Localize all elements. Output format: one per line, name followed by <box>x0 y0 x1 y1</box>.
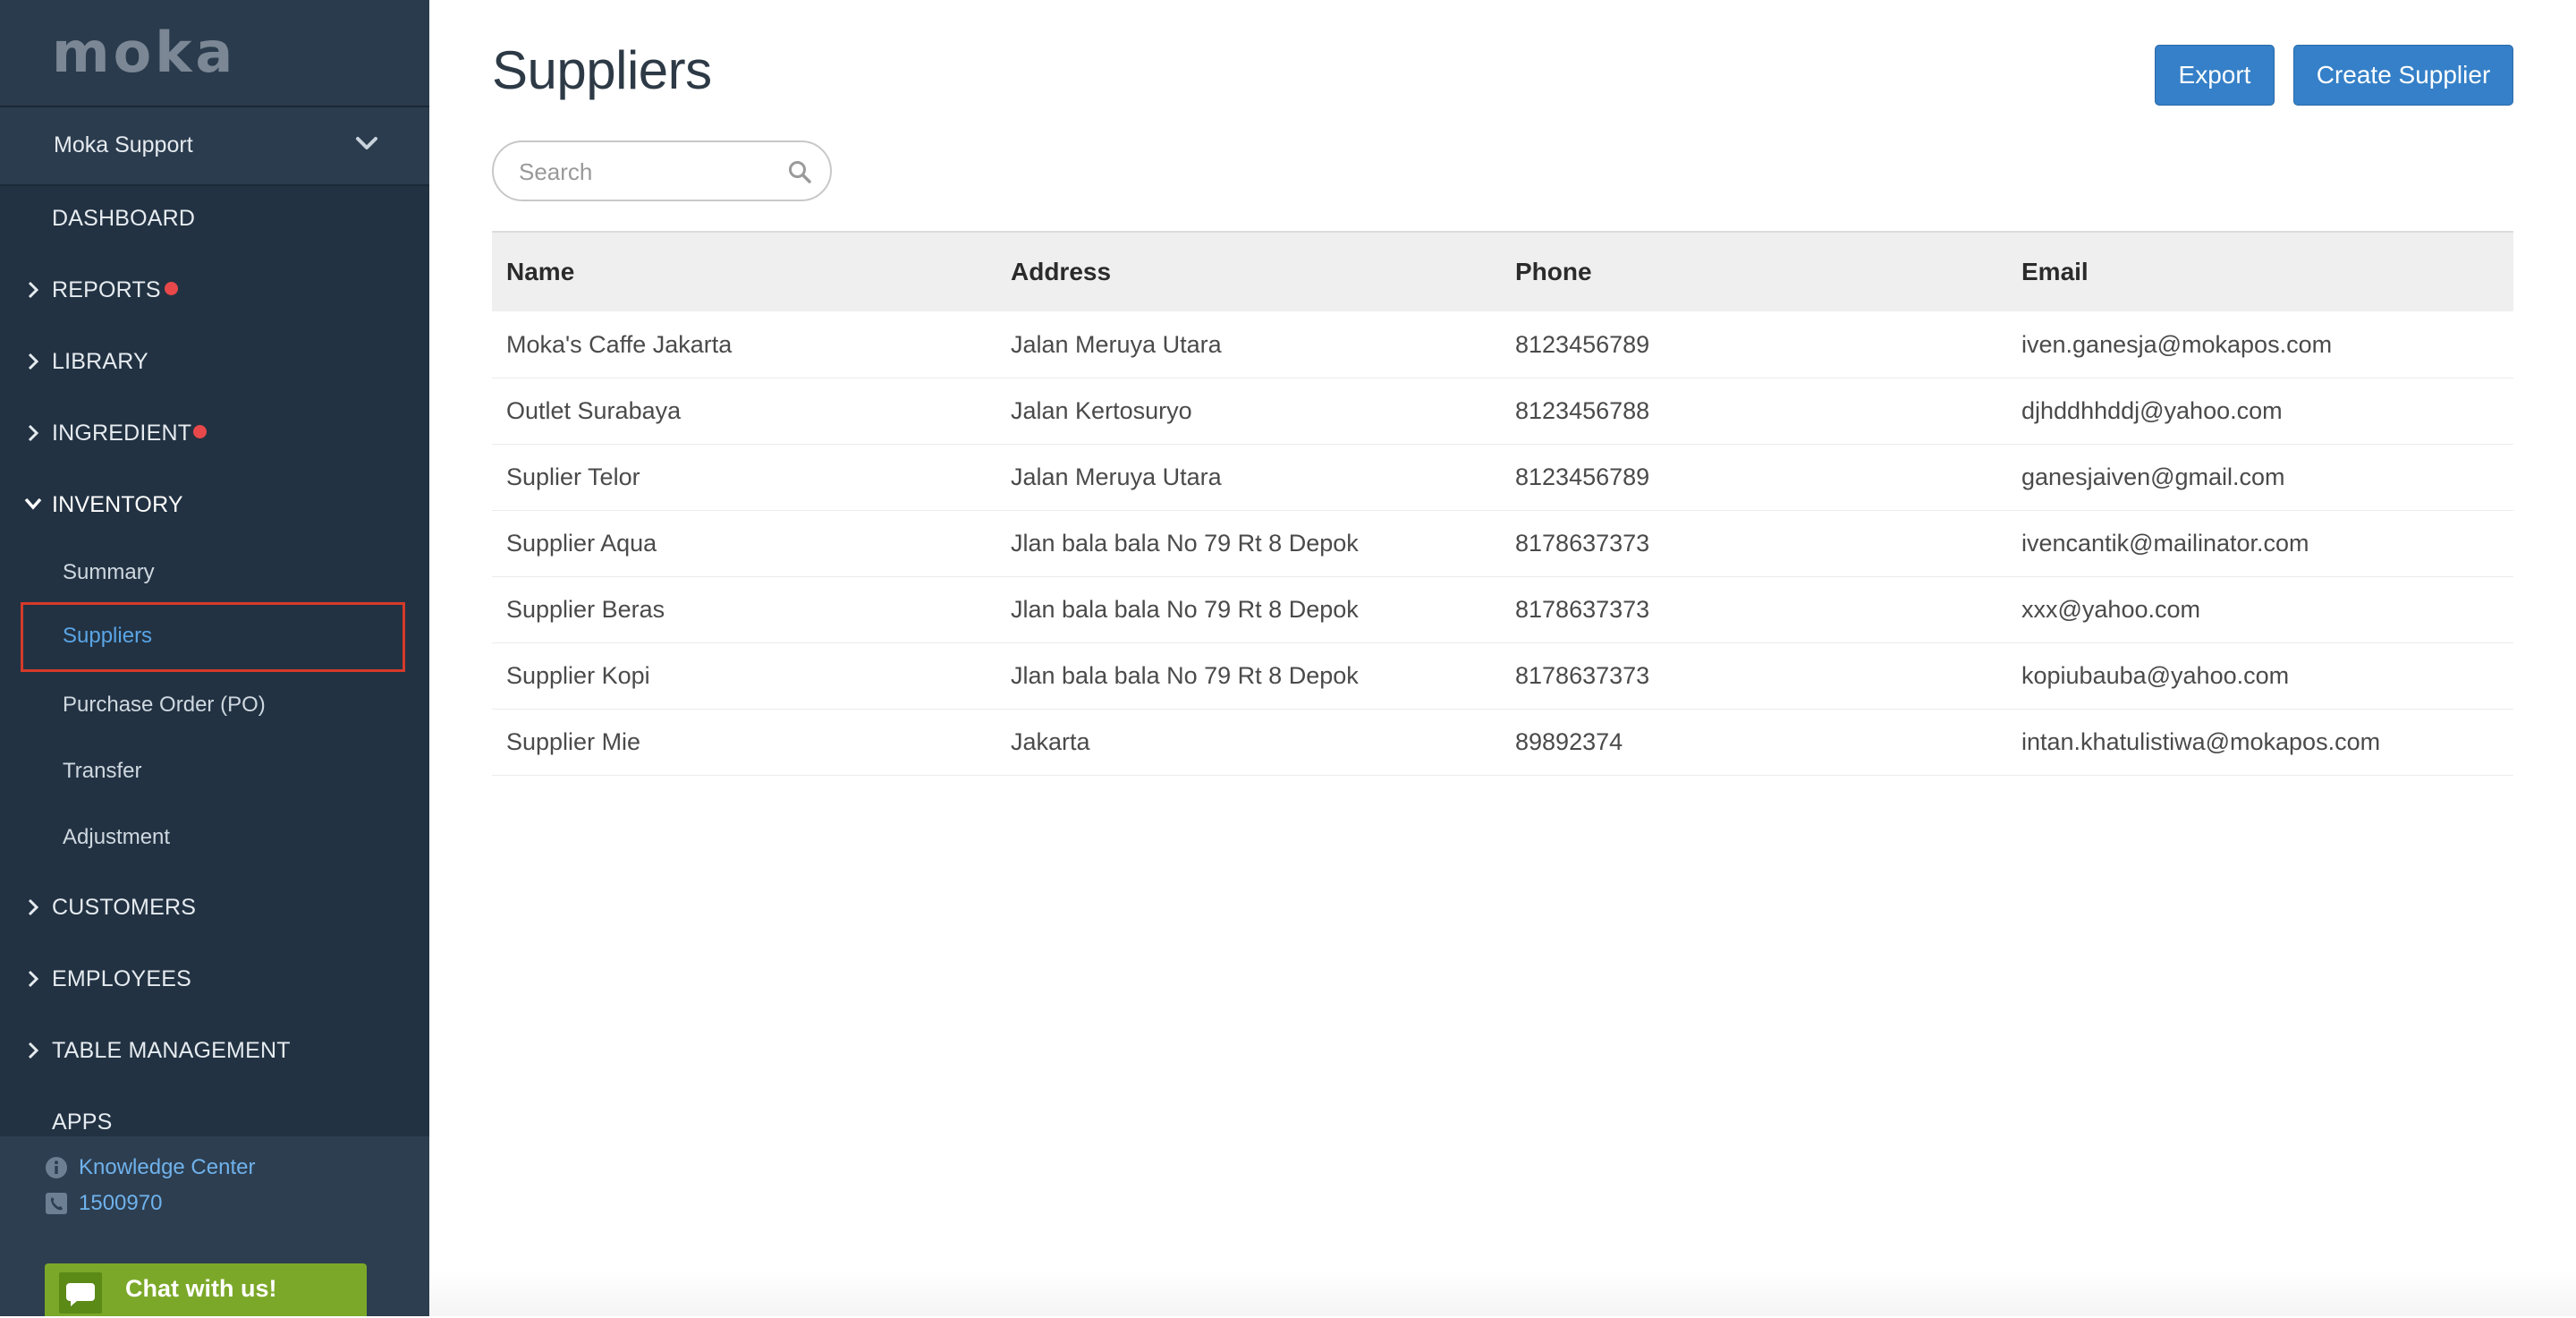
column-header-phone[interactable]: Phone <box>1515 258 1592 286</box>
supplier-address: Jalan Meruya Utara <box>1011 463 1222 490</box>
chat-bubble-icon <box>66 1283 95 1306</box>
subnav-adjustment[interactable]: Adjustment <box>0 810 429 863</box>
supplier-phone: 8178637373 <box>1515 662 1650 689</box>
account-switcher[interactable]: Moka Support <box>0 107 429 186</box>
bottom-shadow <box>429 1271 2576 1316</box>
nav-label: INVENTORY <box>52 492 183 517</box>
subnav-label: Purchase Order (PO) <box>63 693 266 717</box>
subnav-label: Summary <box>63 560 155 584</box>
supplier-address: Jakarta <box>1011 728 1090 755</box>
supplier-phone: 8123456789 <box>1515 331 1650 358</box>
nav-label: INGREDIENT <box>52 421 192 446</box>
chat-bubble-icon-bg <box>59 1272 102 1314</box>
chevron-right-icon <box>28 424 39 442</box>
supplier-name: Moka's Caffe Jakarta <box>506 331 733 358</box>
table-row[interactable]: Supplier Mie Jakarta 89892374 intan.khat… <box>492 709 2513 776</box>
supplier-email: ganesjaiven@gmail.com <box>2021 463 2285 490</box>
phone-number: 1500970 <box>79 1191 163 1215</box>
search-input[interactable] <box>517 155 771 189</box>
sidebar: moka Moka Support DASHBOARD REPORTS LIBR… <box>0 0 429 1316</box>
supplier-email: xxx@yahoo.com <box>2021 596 2200 623</box>
nav-employees[interactable]: EMPLOYEES <box>0 951 429 1005</box>
chevron-right-icon <box>28 353 39 370</box>
table-row[interactable]: Suplier Telor Jalan Meruya Utara 8123456… <box>492 444 2513 511</box>
nav-library[interactable]: LIBRARY <box>0 334 429 387</box>
nav-ingredient[interactable]: INGREDIENT <box>0 405 429 459</box>
nav-label: DASHBOARD <box>52 206 196 231</box>
nav-inventory[interactable]: INVENTORY <box>0 477 429 531</box>
notification-dot-icon <box>165 282 178 295</box>
chevron-right-icon <box>28 898 39 916</box>
nav-customers[interactable]: CUSTOMERS <box>0 880 429 933</box>
supplier-address: Jalan Kertosuryo <box>1011 397 1192 424</box>
knowledge-center-label: Knowledge Center <box>79 1155 256 1179</box>
chevron-right-icon <box>28 281 39 299</box>
nav-label: REPORTS <box>52 277 161 302</box>
supplier-name: Supplier Aqua <box>506 530 657 557</box>
subnav-suppliers[interactable]: Suppliers <box>0 602 429 672</box>
account-name: Moka Support <box>54 132 193 157</box>
supplier-address: Jlan bala bala No 79 Rt 8 Depok <box>1011 596 1359 623</box>
chevron-right-icon <box>28 970 39 988</box>
export-button[interactable]: Export <box>2155 45 2275 106</box>
supplier-email: intan.khatulistiwa@mokapos.com <box>2021 728 2381 755</box>
nav-table-management[interactable]: TABLE MANAGEMENT <box>0 1023 429 1076</box>
chat-with-us-button[interactable]: Chat with us! <box>45 1263 367 1316</box>
supplier-name: Supplier Mie <box>506 728 641 755</box>
subnav-purchase-order[interactable]: Purchase Order (PO) <box>0 677 429 731</box>
table-row[interactable]: Outlet Surabaya Jalan Kertosuryo 8123456… <box>492 378 2513 445</box>
subnav-label: Suppliers <box>63 624 153 648</box>
table-header: Name Address Phone Email <box>492 231 2513 311</box>
supplier-email: iven.ganesja@mokapos.com <box>2021 331 2333 358</box>
subnav-transfer[interactable]: Transfer <box>0 744 429 797</box>
search-icon[interactable] <box>787 159 812 184</box>
page-title: Suppliers <box>492 40 712 100</box>
subnav-label: Adjustment <box>63 825 171 849</box>
supplier-address: Jlan bala bala No 79 Rt 8 Depok <box>1011 662 1359 689</box>
phone-icon <box>46 1193 67 1214</box>
table-row[interactable]: Supplier Beras Jlan bala bala No 79 Rt 8… <box>492 576 2513 643</box>
supplier-phone: 8178637373 <box>1515 530 1650 557</box>
supplier-name: Supplier Beras <box>506 596 665 623</box>
subnav-summary[interactable]: Summary <box>0 545 429 599</box>
nav-label: TABLE MANAGEMENT <box>52 1038 291 1063</box>
supplier-email: kopiubauba@yahoo.com <box>2021 662 2290 689</box>
supplier-phone: 8123456789 <box>1515 463 1650 490</box>
supplier-email: ivencantik@mailinator.com <box>2021 530 2309 557</box>
notification-dot-icon <box>193 425 207 438</box>
supplier-email: djhddhhddj@yahoo.com <box>2021 397 2283 424</box>
column-header-email[interactable]: Email <box>2021 258 2089 286</box>
supplier-phone: 8178637373 <box>1515 596 1650 623</box>
main-content: Suppliers Export Create Supplier Name Ad… <box>429 0 2576 1316</box>
nav-label: EMPLOYEES <box>52 966 192 991</box>
logo-area: moka <box>0 0 429 107</box>
nav-reports[interactable]: REPORTS <box>0 262 429 316</box>
column-header-address[interactable]: Address <box>1011 258 1111 286</box>
nav-label: APPS <box>52 1110 113 1135</box>
search-box[interactable] <box>492 140 832 201</box>
chevron-down-icon <box>356 137 377 149</box>
create-supplier-button[interactable]: Create Supplier <box>2293 45 2513 106</box>
supplier-name: Suplier Telor <box>506 463 640 490</box>
nav-label: LIBRARY <box>52 349 148 374</box>
table-row[interactable]: Supplier Aqua Jlan bala bala No 79 Rt 8 … <box>492 510 2513 577</box>
chevron-right-icon <box>28 1042 39 1059</box>
table-row[interactable]: Supplier Kopi Jlan bala bala No 79 Rt 8 … <box>492 642 2513 710</box>
chat-label: Chat with us! <box>125 1275 277 1302</box>
info-icon <box>46 1157 67 1178</box>
supplier-name: Supplier Kopi <box>506 662 650 689</box>
moka-logo[interactable]: moka <box>52 20 236 85</box>
subnav-label: Transfer <box>63 759 142 783</box>
supplier-name: Outlet Surabaya <box>506 397 682 424</box>
chevron-down-icon <box>24 497 42 510</box>
supplier-phone: 89892374 <box>1515 728 1623 755</box>
supplier-address: Jlan bala bala No 79 Rt 8 Depok <box>1011 530 1359 557</box>
supplier-address: Jalan Meruya Utara <box>1011 331 1222 358</box>
nav-label: CUSTOMERS <box>52 895 197 920</box>
nav-dashboard[interactable]: DASHBOARD <box>0 191 429 244</box>
supplier-phone: 8123456788 <box>1515 397 1650 424</box>
column-header-name[interactable]: Name <box>506 258 574 286</box>
table-row[interactable]: Moka's Caffe Jakarta Jalan Meruya Utara … <box>492 311 2513 378</box>
